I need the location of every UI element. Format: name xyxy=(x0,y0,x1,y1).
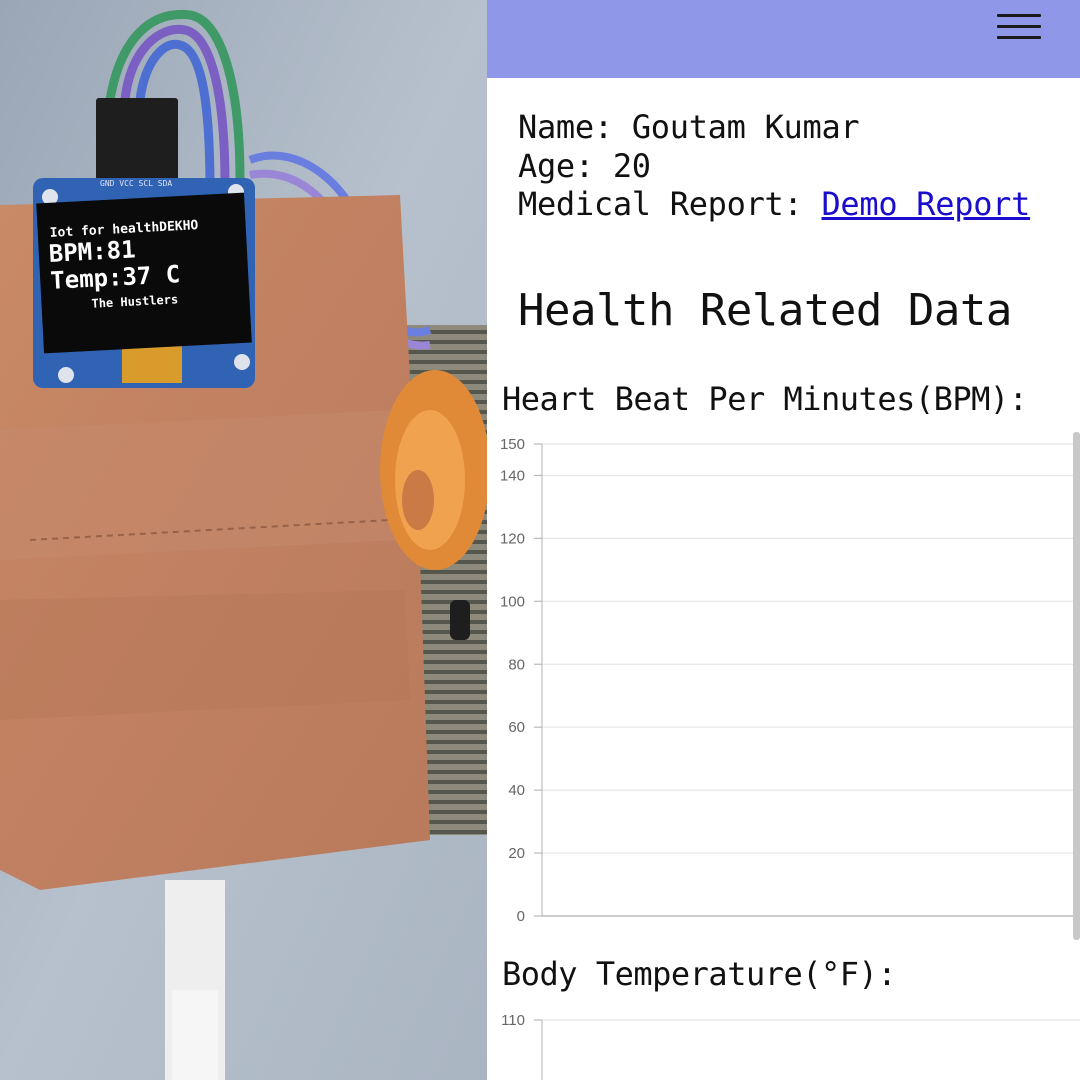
bpm-tick-label: 140 xyxy=(500,467,525,484)
bpm-tick-label: 60 xyxy=(508,719,525,736)
section-title: Health Related Data xyxy=(518,285,1012,336)
bpm-tick-label: 40 xyxy=(508,782,525,799)
name-value: Goutam Kumar xyxy=(631,108,860,146)
patient-name: Name: Goutam Kumar xyxy=(518,108,860,146)
temp-chart: 110 xyxy=(501,1012,1080,1080)
bpm-tick-label: 150 xyxy=(500,436,525,453)
top-bar xyxy=(487,0,1080,78)
temp-chart-title: Body Temperature(°F): xyxy=(502,955,897,993)
name-label: Name: xyxy=(518,108,613,146)
device-photo: GND VCC SCL SDA Iot for healthDEKHO BPM:… xyxy=(0,0,487,1080)
device-photo-drawing: GND VCC SCL SDA Iot for healthDEKHO BPM:… xyxy=(0,0,487,1080)
patient-report: Medical Report: Demo Report xyxy=(518,185,1030,223)
health-web-page: Name: Goutam Kumar Age: 20 Medical Repor… xyxy=(487,0,1080,1080)
scrollbar[interactable] xyxy=(1073,432,1080,940)
bpm-tick-label: 120 xyxy=(500,530,525,547)
hamburger-icon[interactable] xyxy=(993,12,1045,44)
report-label: Medical Report: xyxy=(518,185,803,223)
patient-age: Age: 20 xyxy=(518,147,651,185)
bpm-tick-label: 0 xyxy=(517,908,525,925)
bpm-chart: 0 20 40 60 80 100 120 140 150 xyxy=(500,436,1080,925)
demo-report-link[interactable]: Demo Report xyxy=(821,185,1030,223)
bpm-tick-label: 80 xyxy=(508,656,525,673)
age-value: 20 xyxy=(612,147,651,185)
bpm-chart-title: Heart Beat Per Minutes(BPM): xyxy=(502,380,1028,418)
age-label: Age: xyxy=(518,147,594,185)
bpm-tick-label: 100 xyxy=(500,593,525,610)
bpm-tick-label: 20 xyxy=(508,845,525,862)
temp-tick-label: 110 xyxy=(501,1012,525,1029)
pin-labels: GND VCC SCL SDA xyxy=(100,179,172,188)
